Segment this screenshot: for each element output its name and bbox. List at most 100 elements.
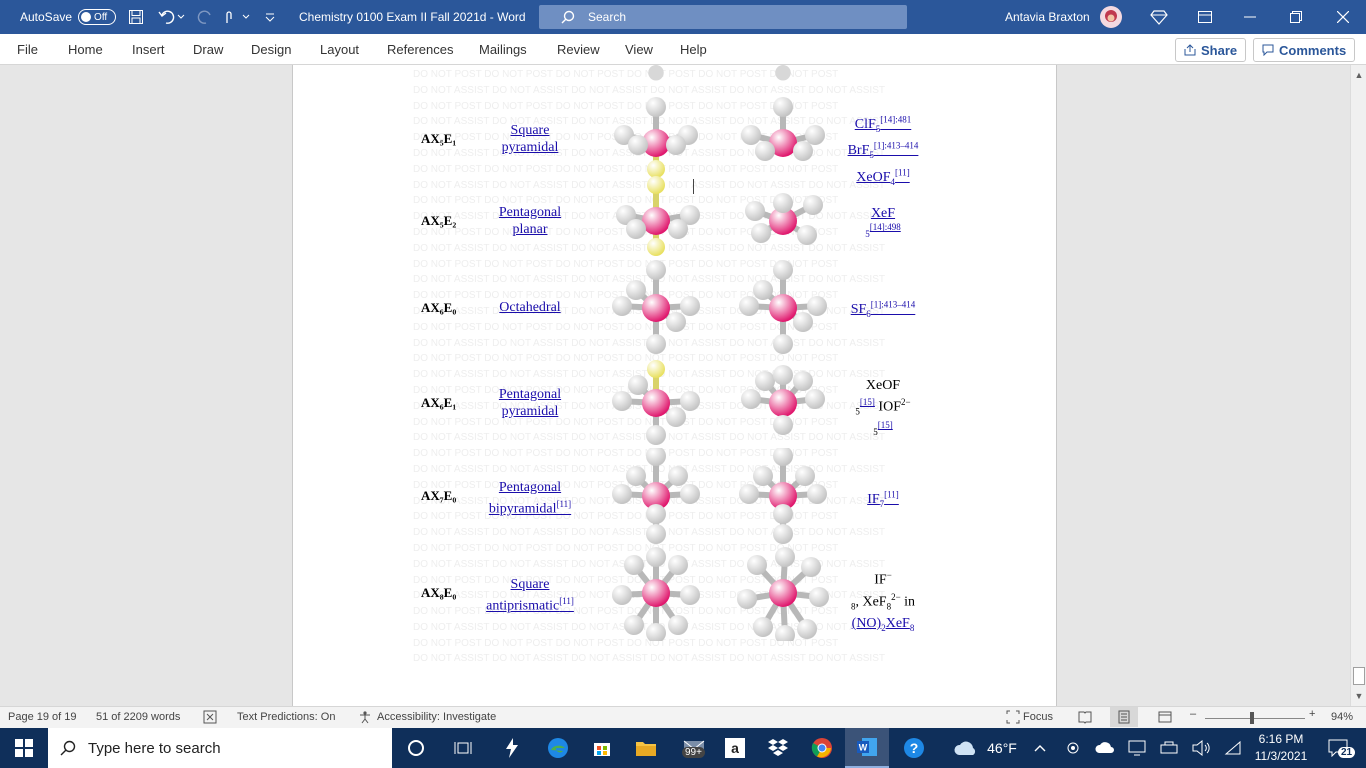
example-formula: IF [867,491,880,507]
windows-start-icon[interactable] [0,728,48,768]
weather-icon[interactable] [950,728,980,768]
accessibility-status[interactable]: Accessibility: Investigate [377,711,496,723]
tab-design[interactable]: Design [251,42,291,57]
scroll-down-icon[interactable]: ▼ [1353,690,1365,702]
autosave-label: AutoSave [20,10,73,24]
share-icon [1184,44,1196,56]
geometry-line: pyramidal [501,404,559,419]
tab-view[interactable]: View [625,42,653,57]
autosave-control[interactable]: AutoSave Off [20,0,117,34]
zoom-level[interactable]: 94% [1331,711,1353,723]
tab-references[interactable]: References [387,42,453,57]
tab-insert[interactable]: Insert [132,42,165,57]
document-page[interactable]: DO NOT POST DO NOT POST DO NOT POST DO N… [292,65,1057,706]
geometry-link[interactable]: Pentagonal pyramidal [480,386,580,420]
user-name[interactable]: Antavia Braxton [1005,0,1090,34]
close-icon[interactable] [1320,0,1366,34]
example-ref: [14]:481 [880,114,912,124]
zoom-out-icon[interactable]: – [1190,708,1196,720]
file-explorer-icon[interactable] [626,728,666,768]
zoom-slider-thumb[interactable] [1250,712,1254,724]
ribbon-display-icon[interactable] [1182,0,1228,34]
security-icon[interactable] [1062,728,1084,768]
example-ref[interactable]: [15] [860,397,875,407]
diamond-icon[interactable] [1150,0,1168,34]
tray-expand-icon[interactable] [1030,728,1050,768]
web-layout-icon[interactable] [1158,710,1172,727]
volume-icon[interactable] [1190,728,1212,768]
tab-home[interactable]: Home [68,42,103,57]
title-search-box[interactable]: Search [539,5,907,29]
comments-button[interactable]: Comments [1253,38,1356,62]
restore-icon[interactable] [1273,0,1319,34]
onedrive-icon[interactable] [1094,728,1116,768]
vertical-scrollbar[interactable]: ▲ ▼ [1350,65,1366,706]
tab-review[interactable]: Review [557,42,600,57]
zoom-in-icon[interactable]: + [1309,708,1315,720]
weather-temp[interactable]: 46°F [982,728,1022,768]
display-icon[interactable] [1126,728,1148,768]
dropbox-icon[interactable] [759,728,797,768]
ribbon-tabs: File Home Insert Draw Design Layout Refe… [0,34,1366,65]
example-link[interactable]: ClF5[14]:481 [855,114,912,133]
task-view-icon[interactable] [443,728,483,768]
share-button[interactable]: Share [1175,38,1247,62]
example-ref[interactable]: [15] [878,420,893,430]
example-ref[interactable]: [14]:498 [870,222,901,232]
tab-mailings[interactable]: Mailings [479,42,527,57]
word-taskbar-icon[interactable]: W [845,728,889,768]
text-predictions[interactable]: Text Predictions: On [237,711,335,723]
page-indicator[interactable]: Page 19 of 19 [8,711,77,723]
word-count[interactable]: 51 of 2209 words [96,711,180,723]
scroll-thumb[interactable] [1353,667,1365,685]
example-link[interactable]: XeF [871,206,895,221]
geometry-link[interactable]: Octahedral [480,299,580,316]
store-icon[interactable] [582,728,622,768]
edge-icon[interactable] [538,728,578,768]
zoom-slider[interactable] [1205,718,1305,719]
example-link[interactable]: SF6[1]:413–414 [851,299,916,318]
tab-file[interactable]: File [17,42,38,57]
clock[interactable]: 6:16 PM 11/3/2021 [1248,728,1314,768]
example-link[interactable]: IF7[11] [867,489,899,508]
touch-mode-icon[interactable] [222,0,254,34]
scroll-up-icon[interactable]: ▲ [1353,69,1365,81]
geometry-link[interactable]: Pentagonal bipyramidal[11] [480,479,580,518]
minimize-icon[interactable] [1227,0,1273,34]
example-link[interactable]: (NO)2XeF8 [852,616,915,633]
taskbar-search-input[interactable]: Type here to search [48,728,392,768]
document-area[interactable]: DO NOT POST DO NOT POST DO NOT POST DO N… [0,65,1350,706]
geometry-link[interactable]: Square pyramidal [480,122,580,156]
example-link[interactable]: BrF5[1]:413–414 [848,140,919,159]
redo-icon[interactable] [196,0,214,34]
read-mode-icon[interactable] [1078,710,1092,727]
notification-icon[interactable]: 21 [1318,728,1358,768]
focus-button[interactable]: Focus [1023,711,1053,723]
tab-draw[interactable]: Draw [193,42,223,57]
geometry-link[interactable]: Pentagonal planar [480,204,580,238]
tab-help[interactable]: Help [680,42,707,57]
molecule-ball-stick [612,260,700,354]
wifi-icon[interactable] [1222,728,1244,768]
help-icon[interactable]: ? [894,728,934,768]
amazon-icon[interactable]: a [716,728,754,768]
chrome-icon[interactable] [802,728,842,768]
geometry-link[interactable]: Square antiprismatic[11] [480,576,580,615]
autosave-toggle[interactable]: Off [78,9,117,25]
app-lightning-icon[interactable] [492,728,532,768]
network-icon[interactable] [1158,728,1180,768]
notification-badge: 21 [1338,747,1356,758]
molecule-spacefill [741,365,825,435]
molecule-spacefill [739,448,827,544]
print-layout-icon[interactable] [1110,707,1138,727]
status-bar: Page 19 of 19 51 of 2209 words Text Pred… [0,706,1366,728]
tab-layout[interactable]: Layout [320,42,359,57]
customize-toolbar-icon[interactable] [264,0,276,34]
example-formula: IF [874,572,887,588]
mail-icon[interactable]: 99+ [672,728,716,768]
save-icon[interactable] [128,0,144,34]
cortana-icon[interactable] [396,728,436,768]
proofing-icon[interactable] [203,710,217,727]
undo-icon[interactable] [158,0,186,34]
avatar[interactable] [1099,0,1123,34]
